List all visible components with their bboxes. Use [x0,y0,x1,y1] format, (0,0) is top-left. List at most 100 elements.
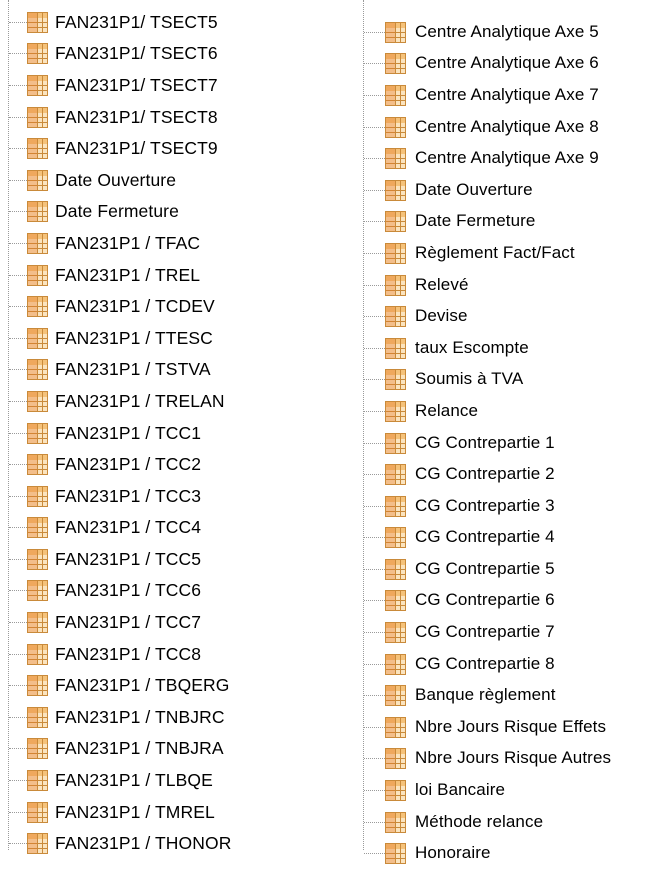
tree-connector [364,505,385,507]
tree-item[interactable]: CG Contrepartie 6 [355,585,660,617]
tree-item-label: CG Contrepartie 7 [415,622,555,642]
tree-item[interactable]: FAN231P1 / TMREL [0,796,330,828]
tree-item[interactable]: Date Fermeture [0,196,330,228]
table-field-icon [385,527,406,549]
tree-item[interactable]: FAN231P1 / TCC8 [0,638,330,670]
tree-item[interactable]: FAN231P1/ TSECT9 [0,132,330,164]
tree-item[interactable]: Date Ouverture [355,174,660,206]
tree-item[interactable]: FAN231P1 / TCC6 [0,575,330,607]
tree-item-label: Règlement Fact/Fact [415,242,575,262]
tree-item[interactable]: FAN231P1/ TSECT6 [0,38,330,70]
tree-item[interactable]: CG Contrepartie 3 [355,490,660,522]
tree-connector [9,748,27,750]
tree-item[interactable]: FAN231P1/ TSECT7 [0,69,330,101]
table-field-icon [27,580,48,602]
tree-item-label: FAN231P1 / TBQERG [55,675,230,696]
table-field-icon [385,369,406,391]
tree-item[interactable]: Date Fermeture [355,206,660,238]
tree-item[interactable]: FAN231P1 / TFAC [0,227,330,259]
tree-item-label: CG Contrepartie 5 [415,558,555,578]
tree-item[interactable]: FAN231P1 / TCC2 [0,448,330,480]
tree-connector [364,568,385,570]
tree-item[interactable]: CG Contrepartie 1 [355,427,660,459]
tree-connector [9,685,27,687]
tree-item[interactable]: FAN231P1 / TCC3 [0,480,330,512]
tree-item[interactable]: taux Escompte [355,332,660,364]
tree-item[interactable]: Banque règlement [355,679,660,711]
tree-item[interactable]: FAN231P1 / TCC5 [0,543,330,575]
tree-item[interactable]: FAN231P1/ TSECT8 [0,101,330,133]
tree-item[interactable]: Date Ouverture [0,164,330,196]
tree-item[interactable]: CG Contrepartie 8 [355,648,660,680]
table-field-icon [385,179,406,201]
tree-item-label: FAN231P1/ TSECT9 [55,138,218,159]
tree-item[interactable]: FAN231P1 / TCC1 [0,417,330,449]
table-field-icon [385,653,406,675]
table-field-icon [27,548,48,570]
tree-item[interactable]: FAN231P1 / TCDEV [0,290,330,322]
tree-item-label: FAN231P1 / TCC6 [55,580,202,601]
tree-item[interactable]: FAN231P1 / TNBJRC [0,701,330,733]
tree-item[interactable]: Relance [355,395,660,427]
tree-item-label: Honoraire [415,843,491,863]
tree-item[interactable]: FAN231P1/ TSECT5 [0,6,330,38]
tree-item[interactable]: CG Contrepartie 2 [355,458,660,490]
tree-item[interactable]: FAN231P1 / TCC4 [0,512,330,544]
tree-item[interactable]: FAN231P1 / TRELAN [0,385,330,417]
tree-item-label: FAN231P1 / TCC1 [55,422,202,443]
tree-item[interactable]: Centre Analytique Axe 9 [355,142,660,174]
tree-connector [364,31,385,33]
tree-item[interactable]: Centre Analytique Axe 6 [355,48,660,80]
tree-item[interactable]: FAN231P1 / TTESC [0,322,330,354]
table-field-icon [27,738,48,760]
tree-item[interactable]: Centre Analytique Axe 7 [355,79,660,111]
tree-item[interactable]: Centre Analytique Axe 8 [355,111,660,143]
table-field-icon [385,685,406,707]
tree-connector [364,474,385,476]
tree-item[interactable]: FAN231P1 / TNBJRA [0,733,330,765]
tree-item-label: Date Fermeture [415,211,536,231]
tree-connector [364,758,385,760]
tree-item[interactable]: Soumis à TVA [355,364,660,396]
table-field-icon [385,622,406,644]
tree-item[interactable]: Méthode relance [355,806,660,838]
tree-item[interactable]: Règlement Fact/Fact [355,237,660,269]
tree-item[interactable]: Nbre Jours Risque Autres [355,743,660,775]
tree-item[interactable]: Nbre Jours Risque Effets [355,711,660,743]
table-field-icon [385,811,406,833]
tree-item[interactable]: FAN231P1 / TREL [0,259,330,291]
tree-connector [9,622,27,624]
tree-item-label: FAN231P1 / TCC7 [55,612,202,633]
tree-connector [364,790,385,792]
tree-item[interactable]: FAN231P1 / TLBQE [0,764,330,796]
tree-item-label: Soumis à TVA [415,369,524,389]
tree-connector [364,94,385,96]
tree-item[interactable]: Honoraire [355,837,660,869]
tree-item[interactable]: Relevé [355,269,660,301]
tree-connector [9,780,27,782]
table-field-icon [27,770,48,792]
table-field-icon [27,232,48,254]
tree-item[interactable]: FAN231P1 / TBQERG [0,669,330,701]
tree-item-label: FAN231P1 / TSTVA [55,359,211,380]
tree-item-label: FAN231P1/ TSECT5 [55,11,218,32]
tree-item[interactable]: FAN231P1 / TSTVA [0,354,330,386]
tree-item-label: FAN231P1 / TCC8 [55,643,202,664]
tree-item-label: FAN231P1/ TSECT6 [55,43,218,64]
tree-item[interactable]: CG Contrepartie 4 [355,522,660,554]
tree-item[interactable]: CG Contrepartie 5 [355,553,660,585]
tree-connector [364,347,385,349]
tree-connector [9,369,27,371]
tree-item[interactable]: Centre Analytique Axe 5 [355,16,660,48]
table-field-icon [385,337,406,359]
tree-connector [364,221,385,223]
tree-item[interactable]: FAN231P1 / TCC7 [0,606,330,638]
tree-item[interactable]: FAN231P1 / THONOR [0,827,330,859]
table-field-icon [27,264,48,286]
tree-item[interactable]: CG Contrepartie 7 [355,616,660,648]
table-field-icon [385,242,406,264]
table-field-icon [385,590,406,612]
tree-item[interactable]: Devise [355,300,660,332]
tree-item[interactable]: loi Bancaire [355,774,660,806]
tree-connector [9,495,27,497]
